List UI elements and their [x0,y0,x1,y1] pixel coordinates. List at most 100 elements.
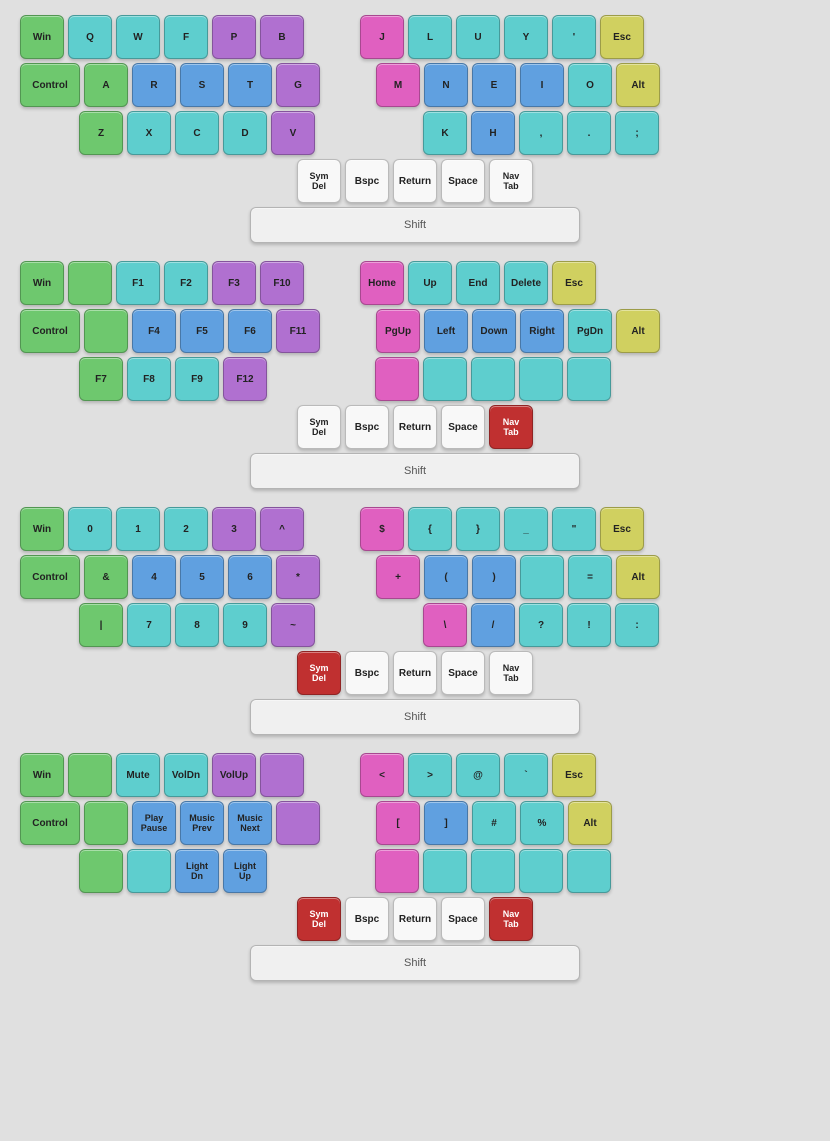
s3-key-7[interactable]: 7 [127,603,171,647]
key-h[interactable]: H [471,111,515,155]
s4-key-lbracket[interactable]: [ [376,801,420,845]
s2-key-f12[interactable]: F12 [223,357,267,401]
s3-key-exclaim[interactable]: ! [567,603,611,647]
s4-key-volup[interactable]: VolUp [212,753,256,797]
s3-key-control[interactable]: Control [20,555,80,599]
s4-key-control[interactable]: Control [20,801,80,845]
s2-key-up[interactable]: Up [408,261,452,305]
s2-key-esc[interactable]: Esc [552,261,596,305]
s4-key-blank4[interactable] [276,801,320,845]
s3-key-question[interactable]: ? [519,603,563,647]
key-shift[interactable]: Shift [250,207,580,243]
key-o[interactable]: O [568,63,612,107]
s3-key-dollar[interactable]: $ [360,507,404,551]
s4-key-return[interactable]: Return [393,897,437,941]
s4-key-blank2[interactable] [260,753,304,797]
key-x[interactable]: X [127,111,171,155]
s3-key-blank[interactable] [520,555,564,599]
s2-key-shift[interactable]: Shift [250,453,580,489]
key-semi[interactable]: ; [615,111,659,155]
key-a[interactable]: A [84,63,128,107]
s2-key-f8[interactable]: F8 [127,357,171,401]
s2-key-pgup[interactable]: PgUp [376,309,420,353]
s3-key-colon[interactable]: : [615,603,659,647]
s3-key-lbrace[interactable]: { [408,507,452,551]
s2-key-f11[interactable]: F11 [276,309,320,353]
s4-key-sym-del[interactable]: SymDel [297,897,341,941]
key-v[interactable]: V [271,111,315,155]
key-u[interactable]: U [456,15,500,59]
s2-key-r2[interactable] [423,357,467,401]
s3-key-nav-tab[interactable]: NavTab [489,651,533,695]
s3-key-sym-del[interactable]: SymDel [297,651,341,695]
key-return[interactable]: Return [393,159,437,203]
s4-key-blank6[interactable] [127,849,171,893]
s2-key-delete[interactable]: Delete [504,261,548,305]
s2-key-end[interactable]: End [456,261,500,305]
s4-key-light-up[interactable]: LightUp [223,849,267,893]
s4-key-win[interactable]: Win [20,753,64,797]
s3-key-shift[interactable]: Shift [250,699,580,735]
s2-key-f5[interactable]: F5 [180,309,224,353]
s2-key-home[interactable]: Home [360,261,404,305]
s3-key-caret[interactable]: ^ [260,507,304,551]
s4-key-r3[interactable] [471,849,515,893]
s4-key-blank5[interactable] [79,849,123,893]
key-nav-tab[interactable]: NavTab [489,159,533,203]
s3-key-4[interactable]: 4 [132,555,176,599]
s2-key-space[interactable]: Space [441,405,485,449]
s4-key-space[interactable]: Space [441,897,485,941]
s2-key-r5[interactable] [567,357,611,401]
s3-key-equals[interactable]: = [568,555,612,599]
key-d[interactable]: D [223,111,267,155]
s3-key-8[interactable]: 8 [175,603,219,647]
s2-key-r3[interactable] [471,357,515,401]
key-j[interactable]: J [360,15,404,59]
s2-key-f10[interactable]: F10 [260,261,304,305]
s4-key-blank3[interactable] [84,801,128,845]
s4-key-music-prev[interactable]: MusicPrev [180,801,224,845]
s2-key-r1[interactable] [375,357,419,401]
key-control[interactable]: Control [20,63,80,107]
s3-key-pipe[interactable]: | [79,603,123,647]
s3-key-amp[interactable]: & [84,555,128,599]
s3-key-0[interactable]: 0 [68,507,112,551]
s4-key-r1[interactable] [375,849,419,893]
s3-key-return[interactable]: Return [393,651,437,695]
s2-key-f2[interactable]: F2 [164,261,208,305]
key-bspc[interactable]: Bspc [345,159,389,203]
s3-key-slash[interactable]: / [471,603,515,647]
s2-key-return[interactable]: Return [393,405,437,449]
s3-key-6[interactable]: 6 [228,555,272,599]
key-f[interactable]: F [164,15,208,59]
s2-key-left[interactable]: Left [424,309,468,353]
s4-key-esc[interactable]: Esc [552,753,596,797]
key-y[interactable]: Y [504,15,548,59]
s2-key-control[interactable]: Control [20,309,80,353]
s2-key-f4[interactable]: F4 [132,309,176,353]
s4-key-alt[interactable]: Alt [568,801,612,845]
s4-key-light-dn[interactable]: LightDn [175,849,219,893]
s2-key-f9[interactable]: F9 [175,357,219,401]
key-c[interactable]: C [175,111,219,155]
key-b[interactable]: B [260,15,304,59]
s2-key-win[interactable]: Win [20,261,64,305]
s3-key-5[interactable]: 5 [180,555,224,599]
s4-key-nav-tab[interactable]: NavTab [489,897,533,941]
s2-key-f6[interactable]: F6 [228,309,272,353]
s3-key-bspc[interactable]: Bspc [345,651,389,695]
s2-key-f7[interactable]: F7 [79,357,123,401]
s4-key-gt[interactable]: > [408,753,452,797]
key-t[interactable]: T [228,63,272,107]
key-i[interactable]: I [520,63,564,107]
s3-key-esc[interactable]: Esc [600,507,644,551]
s2-key-nav-tab[interactable]: NavTab [489,405,533,449]
s2-key-f1[interactable]: F1 [116,261,160,305]
key-e[interactable]: E [472,63,516,107]
s4-key-voldn[interactable]: VolDn [164,753,208,797]
key-p[interactable]: P [212,15,256,59]
s3-key-1[interactable]: 1 [116,507,160,551]
s3-key-lparen[interactable]: ( [424,555,468,599]
s3-key-rparen[interactable]: ) [472,555,516,599]
s3-key-tilde[interactable]: ~ [271,603,315,647]
